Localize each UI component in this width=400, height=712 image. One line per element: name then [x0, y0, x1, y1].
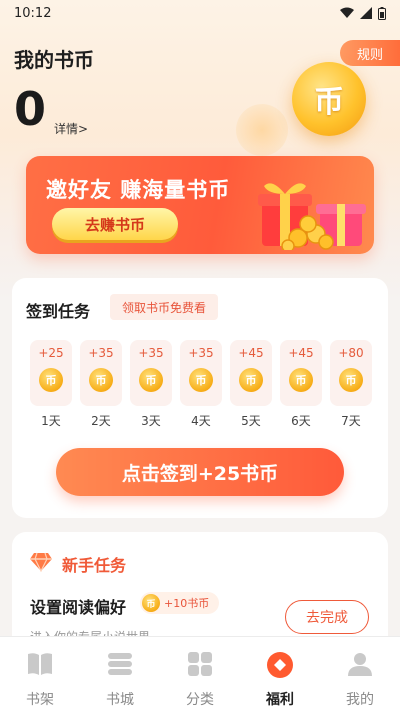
- day-label: 4天: [191, 414, 211, 428]
- day-label: 6天: [291, 414, 311, 428]
- bottom-tab-bar: 书架 书城 分类 福利 我的: [0, 636, 400, 712]
- coin-icon: 币: [189, 368, 213, 392]
- page-title: 我的书币: [14, 48, 94, 72]
- coin-balance: 0: [14, 82, 47, 136]
- gift-box-icon: [258, 183, 366, 250]
- newbie-task-title: 新手任务: [62, 556, 127, 575]
- coin-glyph: 币: [314, 85, 344, 120]
- day-reward: +80: [338, 346, 364, 360]
- day-label: 2天: [91, 414, 111, 428]
- day-label: 5天: [241, 414, 261, 428]
- wifi-icon: [340, 7, 354, 18]
- status-bar: 10:12: [0, 0, 400, 26]
- signal-icon: [360, 7, 372, 19]
- signin-title: 签到任务: [26, 302, 91, 321]
- coin-icon: 币: [142, 594, 160, 612]
- profile-icon: [348, 653, 372, 676]
- complete-task-button[interactable]: 去完成: [285, 600, 369, 634]
- day-reward: +45: [288, 346, 314, 360]
- battery-icon: [378, 6, 386, 20]
- day-reward: +35: [188, 346, 214, 360]
- day-reward: +45: [238, 346, 264, 360]
- coin-icon: 币: [139, 368, 163, 392]
- signin-day: +45 币: [230, 340, 272, 406]
- task-name: 设置阅读偏好: [30, 598, 127, 617]
- tab-label: 分类: [186, 692, 214, 708]
- day-reward: +35: [88, 346, 114, 360]
- coin-icon: 币: [289, 368, 313, 392]
- signin-day: +25 币: [30, 340, 72, 406]
- book-icon: [28, 653, 52, 675]
- coin-illustration: 币: [292, 62, 366, 136]
- bookstore-icon: [108, 653, 132, 675]
- invite-banner-title: 邀好友 赚海量书币: [46, 178, 231, 202]
- earn-coins-button[interactable]: 去赚书币: [52, 208, 178, 240]
- invite-banner[interactable]: 邀好友 赚海量书币 去赚书币: [26, 156, 374, 254]
- day-label: 7天: [341, 414, 361, 428]
- signin-day: +35 币: [80, 340, 122, 406]
- signin-task-card: 签到任务 领取书币免费看 +25 币 1天 +35 币 2天 +35 币 3天 …: [12, 278, 388, 518]
- signin-day: +45 币: [280, 340, 322, 406]
- signin-tag: 领取书币免费看: [110, 294, 219, 320]
- tab-bookstore[interactable]: 书城: [80, 637, 160, 712]
- day-reward: +35: [138, 346, 164, 360]
- task-reward-badge: 币 +10书币: [140, 592, 220, 614]
- day-reward: +25: [38, 346, 64, 360]
- diamond-icon: [30, 552, 52, 572]
- day-label: 3天: [141, 414, 161, 428]
- tab-welfare[interactable]: 福利: [240, 637, 320, 712]
- welfare-icon: [267, 652, 293, 678]
- day-label: 1天: [41, 414, 61, 428]
- tab-label: 福利: [266, 692, 294, 708]
- task-reward: +10书币: [164, 597, 210, 610]
- balance-detail-link[interactable]: 详情>: [54, 120, 88, 137]
- tab-label: 我的: [346, 692, 374, 708]
- signin-day: +35 币: [130, 340, 172, 406]
- tab-bookshelf[interactable]: 书架: [0, 637, 80, 712]
- status-time: 10:12: [14, 5, 52, 21]
- signin-day: +80 币: [330, 340, 372, 406]
- coin-icon: 币: [39, 368, 63, 392]
- coin-glow-decoration: [236, 104, 288, 156]
- coin-icon: 币: [89, 368, 113, 392]
- newbie-task-card: 新手任务 设置阅读偏好 币 +10书币 进入你的专属小说世界 去完成: [12, 532, 388, 652]
- grid-icon: [188, 652, 212, 676]
- rules-button[interactable]: 规则: [340, 40, 400, 66]
- tab-category[interactable]: 分类: [160, 637, 240, 712]
- tab-label: 书城: [106, 692, 134, 708]
- signin-day: +35 币: [180, 340, 222, 406]
- tab-label: 书架: [26, 692, 54, 708]
- coin-icon: 币: [239, 368, 263, 392]
- coin-icon: 币: [339, 368, 363, 392]
- checkin-button[interactable]: 点击签到+25书币: [56, 448, 344, 496]
- tab-profile[interactable]: 我的: [320, 637, 400, 712]
